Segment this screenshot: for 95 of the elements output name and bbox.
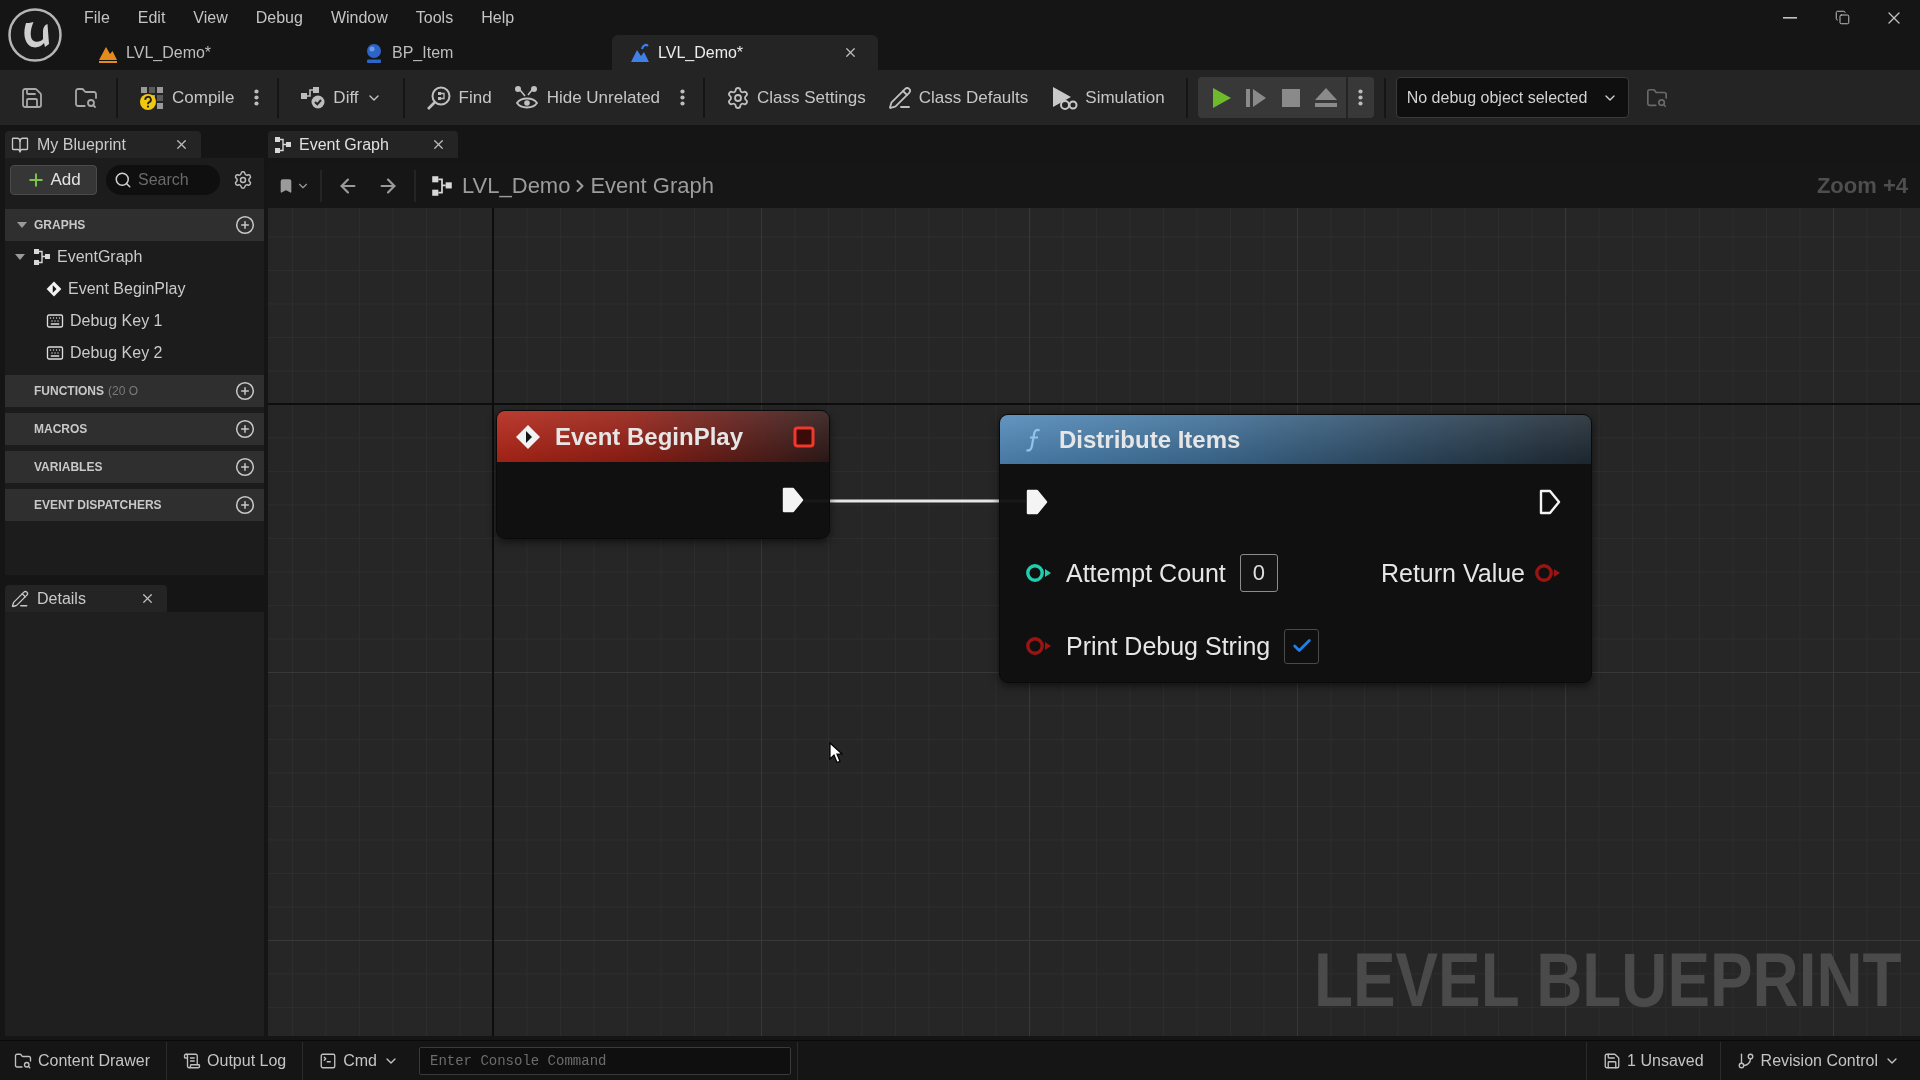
log-icon — [183, 1051, 202, 1070]
graph-icon — [431, 174, 453, 197]
keyboard-icon — [46, 312, 64, 330]
function-icon — [1025, 426, 1041, 453]
simulation-icon — [1050, 84, 1079, 111]
add-button[interactable]: Add — [10, 165, 97, 195]
folder-search-icon — [14, 1051, 32, 1070]
section-title: GRAPHS — [34, 218, 86, 232]
save-icon — [20, 85, 44, 110]
toolbar-button[interactable]: Simulation — [1042, 77, 1173, 118]
checkbox[interactable] — [1284, 628, 1320, 664]
document-tab[interactable]: BP_Item — [346, 35, 612, 70]
panel-tab[interactable]: Details — [5, 585, 167, 612]
branch-icon — [1736, 1051, 1755, 1070]
keyboard-icon — [46, 344, 64, 362]
menu-item[interactable]: File — [70, 3, 124, 32]
node-title: Distribute Items — [1059, 425, 1241, 454]
pencil-icon — [887, 85, 912, 110]
debug-object-dropdown[interactable]: No debug object selected — [1395, 77, 1629, 118]
more-icon — [679, 89, 685, 106]
pin-label: Return Value — [1380, 558, 1525, 588]
section-title: VARIABLES — [34, 460, 103, 474]
search-field[interactable]: Search — [106, 165, 220, 195]
toolbar-button[interactable]: Find — [417, 77, 500, 118]
mountain-icon — [630, 42, 650, 63]
zoom-level: Zoom +4 — [1816, 172, 1909, 199]
status-button[interactable]: Revision Control — [1726, 1041, 1910, 1080]
pin-label: Print Debug String — [1066, 631, 1271, 661]
more-icon — [253, 89, 259, 106]
document-tab[interactable]: LVL_Demo* — [612, 35, 878, 70]
tree-item[interactable]: EventGraph — [5, 241, 264, 273]
toolbar-button[interactable]: Hide Unrelated — [505, 77, 669, 118]
graph-icon — [274, 135, 292, 154]
eye-nodes-icon — [513, 84, 540, 111]
delegate-pin-icon — [793, 425, 815, 448]
section-title: EVENT DISPATCHERS — [34, 498, 162, 512]
add-icon[interactable] — [235, 457, 255, 477]
folder-search-icon — [1645, 86, 1668, 109]
section-title: MACROS — [34, 422, 88, 436]
toolbar-button[interactable]: Class Defaults — [879, 77, 1037, 118]
restore-icon — [1834, 10, 1850, 25]
sphere-icon — [364, 42, 384, 63]
more-icon — [1358, 89, 1364, 106]
data-pin-icon — [1535, 563, 1561, 583]
compile-status-icon — [139, 84, 165, 111]
value-field[interactable]: 0 — [1239, 554, 1278, 592]
event-diamond-icon — [46, 281, 62, 297]
menu-item[interactable]: Tools — [401, 3, 468, 32]
menu-item[interactable]: Help — [467, 3, 529, 32]
node-title: Event BeginPlay — [555, 422, 744, 451]
tree-item[interactable]: Event BeginPlay — [5, 273, 264, 305]
document-tab[interactable]: LVL_Demo* — [80, 35, 346, 70]
console-input[interactable]: Enter Console Command — [419, 1046, 791, 1075]
section-count: (20 O — [108, 384, 138, 398]
graph-tab[interactable]: Event Graph — [268, 131, 458, 158]
settings-icon — [726, 85, 751, 110]
settings-icon — [233, 170, 253, 190]
diff-icon — [300, 85, 327, 110]
menu-item[interactable]: View — [179, 3, 242, 32]
section-title: FUNCTIONS — [34, 384, 104, 398]
status-button[interactable]: Content Drawer — [4, 1041, 161, 1080]
bookmark-icon — [278, 177, 294, 194]
data-pin-icon — [1026, 636, 1052, 656]
toolbar-button[interactable]: Diff — [292, 77, 390, 118]
search-icon — [114, 171, 132, 189]
add-icon[interactable] — [235, 381, 255, 401]
menu-item[interactable]: Edit — [123, 3, 180, 32]
menu-item[interactable]: Debug — [241, 3, 317, 32]
app-logo — [8, 8, 62, 62]
find-icon — [425, 84, 452, 111]
minimize-icon — [1783, 16, 1797, 19]
mouse-cursor-icon — [829, 742, 843, 764]
tree-item[interactable]: Debug Key 2 — [5, 337, 264, 369]
status-button[interactable]: Output Log — [173, 1041, 297, 1080]
toolbar-button[interactable]: Compile — [131, 77, 243, 118]
terminal-icon — [319, 1051, 338, 1070]
add-icon[interactable] — [235, 419, 255, 439]
status-button[interactable]: 1 Unsaved — [1593, 1041, 1714, 1080]
save-icon — [1603, 1051, 1622, 1070]
pencil-icon — [11, 589, 29, 608]
add-icon[interactable] — [235, 495, 255, 515]
data-pin-icon — [1026, 563, 1052, 583]
panel-tab[interactable]: My Blueprint — [5, 131, 201, 158]
add-icon[interactable] — [235, 215, 255, 235]
breadcrumb-link[interactable]: LVL_Demo — [462, 172, 571, 199]
graph-icon — [33, 248, 51, 266]
menu-item[interactable]: Window — [316, 3, 402, 32]
breadcrumb-current: Event Graph — [590, 172, 714, 199]
tree-item[interactable]: Debug Key 1 — [5, 305, 264, 337]
folder-search-icon — [74, 85, 98, 110]
book-icon — [11, 135, 29, 154]
event-diamond-icon — [515, 423, 541, 450]
toolbar-button[interactable]: Class Settings — [718, 77, 874, 118]
pin-label: Attempt Count — [1066, 558, 1226, 588]
status-button[interactable]: Cmd — [309, 1041, 409, 1080]
